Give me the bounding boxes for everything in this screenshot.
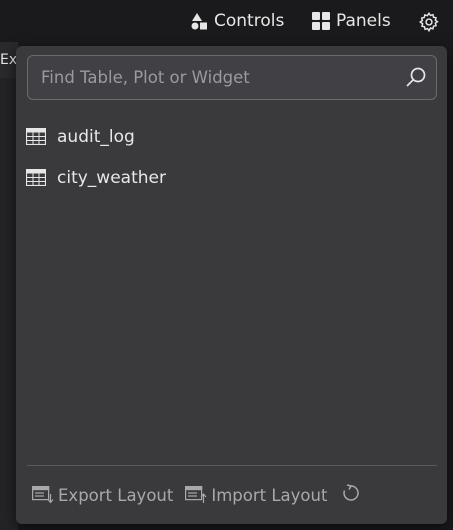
panels-label: Panels bbox=[336, 11, 391, 31]
list-item[interactable]: city_weather bbox=[16, 157, 447, 198]
list-item[interactable]: audit_log bbox=[16, 116, 447, 157]
import-layout-label: Import Layout bbox=[211, 485, 328, 505]
table-icon bbox=[26, 128, 46, 145]
list-item-label: audit_log bbox=[57, 126, 135, 147]
gear-icon bbox=[418, 11, 440, 33]
export-layout-label: Export Layout bbox=[58, 485, 174, 505]
search-box bbox=[27, 55, 437, 100]
footer-divider bbox=[27, 465, 437, 466]
controls-label: Controls bbox=[214, 11, 285, 31]
import-layout-button[interactable]: Import Layout bbox=[185, 486, 327, 505]
list-item-label: city_weather bbox=[57, 167, 166, 188]
panels-icon bbox=[312, 12, 330, 30]
export-icon bbox=[32, 486, 54, 504]
import-icon bbox=[185, 486, 207, 504]
panels-footer: Export Layout Import Layout bbox=[32, 480, 361, 510]
panel-list: audit_log city_weather bbox=[16, 116, 447, 198]
reset-layout-button[interactable] bbox=[341, 483, 361, 507]
panels-button[interactable]: Panels bbox=[312, 8, 391, 34]
table-icon bbox=[26, 169, 46, 186]
settings-button[interactable] bbox=[418, 9, 446, 35]
panels-dropdown: audit_log city_weather bbox=[16, 46, 447, 524]
export-layout-button[interactable]: Export Layout bbox=[32, 486, 173, 505]
search-icon[interactable] bbox=[405, 66, 427, 92]
top-bar: Controls Panels bbox=[0, 0, 453, 42]
controls-button[interactable]: Controls bbox=[191, 8, 284, 34]
shapes-icon bbox=[191, 12, 208, 30]
search-input[interactable] bbox=[28, 56, 388, 99]
reset-icon bbox=[341, 483, 361, 507]
